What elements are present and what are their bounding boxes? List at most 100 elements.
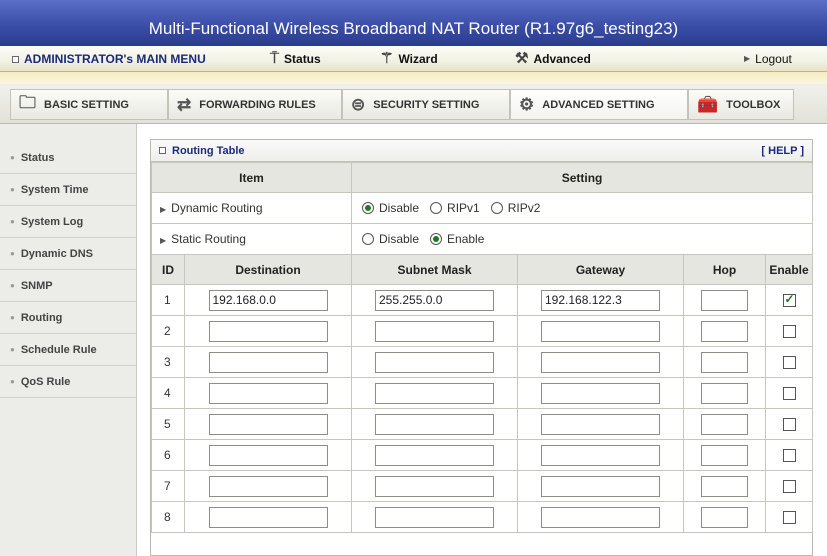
destination-cell [184,439,352,471]
help-link[interactable]: [ HELP ] [761,145,804,157]
hop-input[interactable] [701,506,748,528]
status-menu-label: Status [284,52,321,66]
bullet-icon: ● [10,216,15,226]
triangle-right-icon: ▶ [160,205,167,214]
static-routing-disable-radio[interactable] [362,233,374,245]
sidebar-item-routing[interactable]: ● Routing [0,302,136,334]
dynamic-routing-disable-radio[interactable] [362,202,374,214]
advanced-menu-item[interactable]: ⚒ Advanced [515,46,591,72]
hop-input[interactable] [701,320,748,342]
hop-input[interactable] [701,475,748,497]
gateway-cell [517,346,684,378]
hop-input[interactable] [701,413,748,435]
hop-cell [683,315,766,347]
hop-input[interactable] [701,382,748,404]
wizard-menu-item[interactable]: ⚚ Wizard [380,46,438,72]
subnet-mask-input[interactable] [375,506,494,528]
sidebar-item-label: Schedule Rule [20,343,97,356]
tab-security-setting[interactable]: ⊜ SECURITY SETTING [342,89,510,120]
static-routing-label: Static Routing [171,232,246,246]
row-id: 3 [151,346,185,378]
sidebar-item-dynamic-dns[interactable]: ● Dynamic DNS [0,238,136,270]
enable-checkbox[interactable] [782,448,796,462]
table-row: 3 [151,346,814,378]
enable-checkbox[interactable] [782,417,796,431]
subnet-mask-input[interactable] [375,382,494,404]
enable-checkbox[interactable] [782,324,796,338]
tab-basic-setting[interactable]: 🗀 BASIC SETTING [10,89,168,120]
static-routing-label-cell: ▶ Static Routing [151,223,352,255]
gateway-input[interactable] [541,289,660,311]
gateway-input[interactable] [541,444,660,466]
subnet-mask-input[interactable] [375,289,494,311]
enable-checkbox[interactable] [782,355,796,369]
hop-input[interactable] [701,289,748,311]
gateway-input[interactable] [541,475,660,497]
routing-table: Item Setting ▶ Dynamic Routing Disable RI… [151,162,814,533]
col-gateway-header: Gateway [517,254,684,285]
tab-advanced-setting-label: ADVANCED SETTING [542,98,655,111]
subnet-mask-input[interactable] [375,351,494,373]
table-row: 1 [151,284,814,316]
tab-forwarding-rules[interactable]: ⇄ FORWARDING RULES [168,89,342,120]
panel-title: Routing Table [172,144,245,157]
dynamic-routing-ripv2-radio[interactable] [490,202,503,214]
destination-input[interactable] [208,351,328,373]
subnet-mask-input[interactable] [375,320,494,342]
destination-input[interactable] [208,475,328,497]
admin-menu-label: ADMINISTRATOR's MAIN MENU [24,52,206,66]
gateway-input[interactable] [541,506,660,528]
row-id: 5 [151,408,185,440]
destination-input[interactable] [208,382,328,404]
sidebar-item-system-time[interactable]: ● System Time [0,174,136,206]
enable-cell [764,439,814,471]
subnet-mask-input[interactable] [375,413,494,435]
static-routing-enable-radio[interactable] [430,233,443,245]
tab-toolbox[interactable]: 🧰 TOOLBOX [688,89,794,120]
destination-cell [184,346,352,378]
admin-main-menu[interactable]: ADMINISTRATOR's MAIN MENU [12,46,206,72]
enable-checkbox[interactable] [782,292,796,307]
destination-input[interactable] [208,413,328,435]
subnet-mask-input[interactable] [375,475,494,497]
enable-checkbox[interactable] [782,386,796,400]
destination-cell [184,470,352,502]
sidebar-item-qos-rule[interactable]: ● QoS Rule [0,366,136,398]
status-menu-item[interactable]: ⍑ Status [270,46,321,72]
destination-input[interactable] [208,506,328,528]
main-menu-bar: ADMINISTRATOR's MAIN MENU ⍑ Status ⚚ Wiz… [0,46,827,72]
table-row: 4 [151,377,814,409]
square-bullet-icon [12,55,19,63]
sidebar-item-snmp[interactable]: ● SNMP [0,270,136,302]
col-setting-header: Setting [350,162,814,193]
hop-input[interactable] [701,351,748,373]
enable-checkbox[interactable] [782,510,796,524]
gateway-cell [517,408,684,440]
gateway-input[interactable] [541,413,660,435]
gateway-input[interactable] [541,320,660,342]
sidebar-item-schedule-rule[interactable]: ● Schedule Rule [0,334,136,366]
hop-cell [683,501,766,533]
tab-toolbox-label: TOOLBOX [726,98,781,111]
gateway-input[interactable] [541,382,660,404]
radio-label: RIPv1 [447,201,480,215]
dynamic-routing-ripv1-radio[interactable] [430,202,443,214]
enable-cell [764,377,814,409]
logout-label: Logout [755,52,792,66]
row-id: 2 [151,315,185,347]
sidebar-item-system-log[interactable]: ● System Log [0,206,136,238]
logout-link[interactable]: ▶ Logout [744,46,792,72]
col-enable-header: Enable [764,254,814,285]
hop-input[interactable] [701,444,748,466]
gateway-input[interactable] [541,351,660,373]
enable-checkbox[interactable] [782,479,796,493]
destination-input[interactable] [208,320,328,342]
tab-basic-setting-label: BASIC SETTING [44,98,129,111]
enable-cell [764,470,814,502]
gateway-cell [517,501,684,533]
destination-input[interactable] [208,444,328,466]
tab-advanced-setting[interactable]: ⚙ ADVANCED SETTING [510,89,688,120]
sidebar-item-status[interactable]: ● Status [0,142,136,174]
destination-input[interactable] [208,289,328,311]
subnet-mask-input[interactable] [375,444,494,466]
